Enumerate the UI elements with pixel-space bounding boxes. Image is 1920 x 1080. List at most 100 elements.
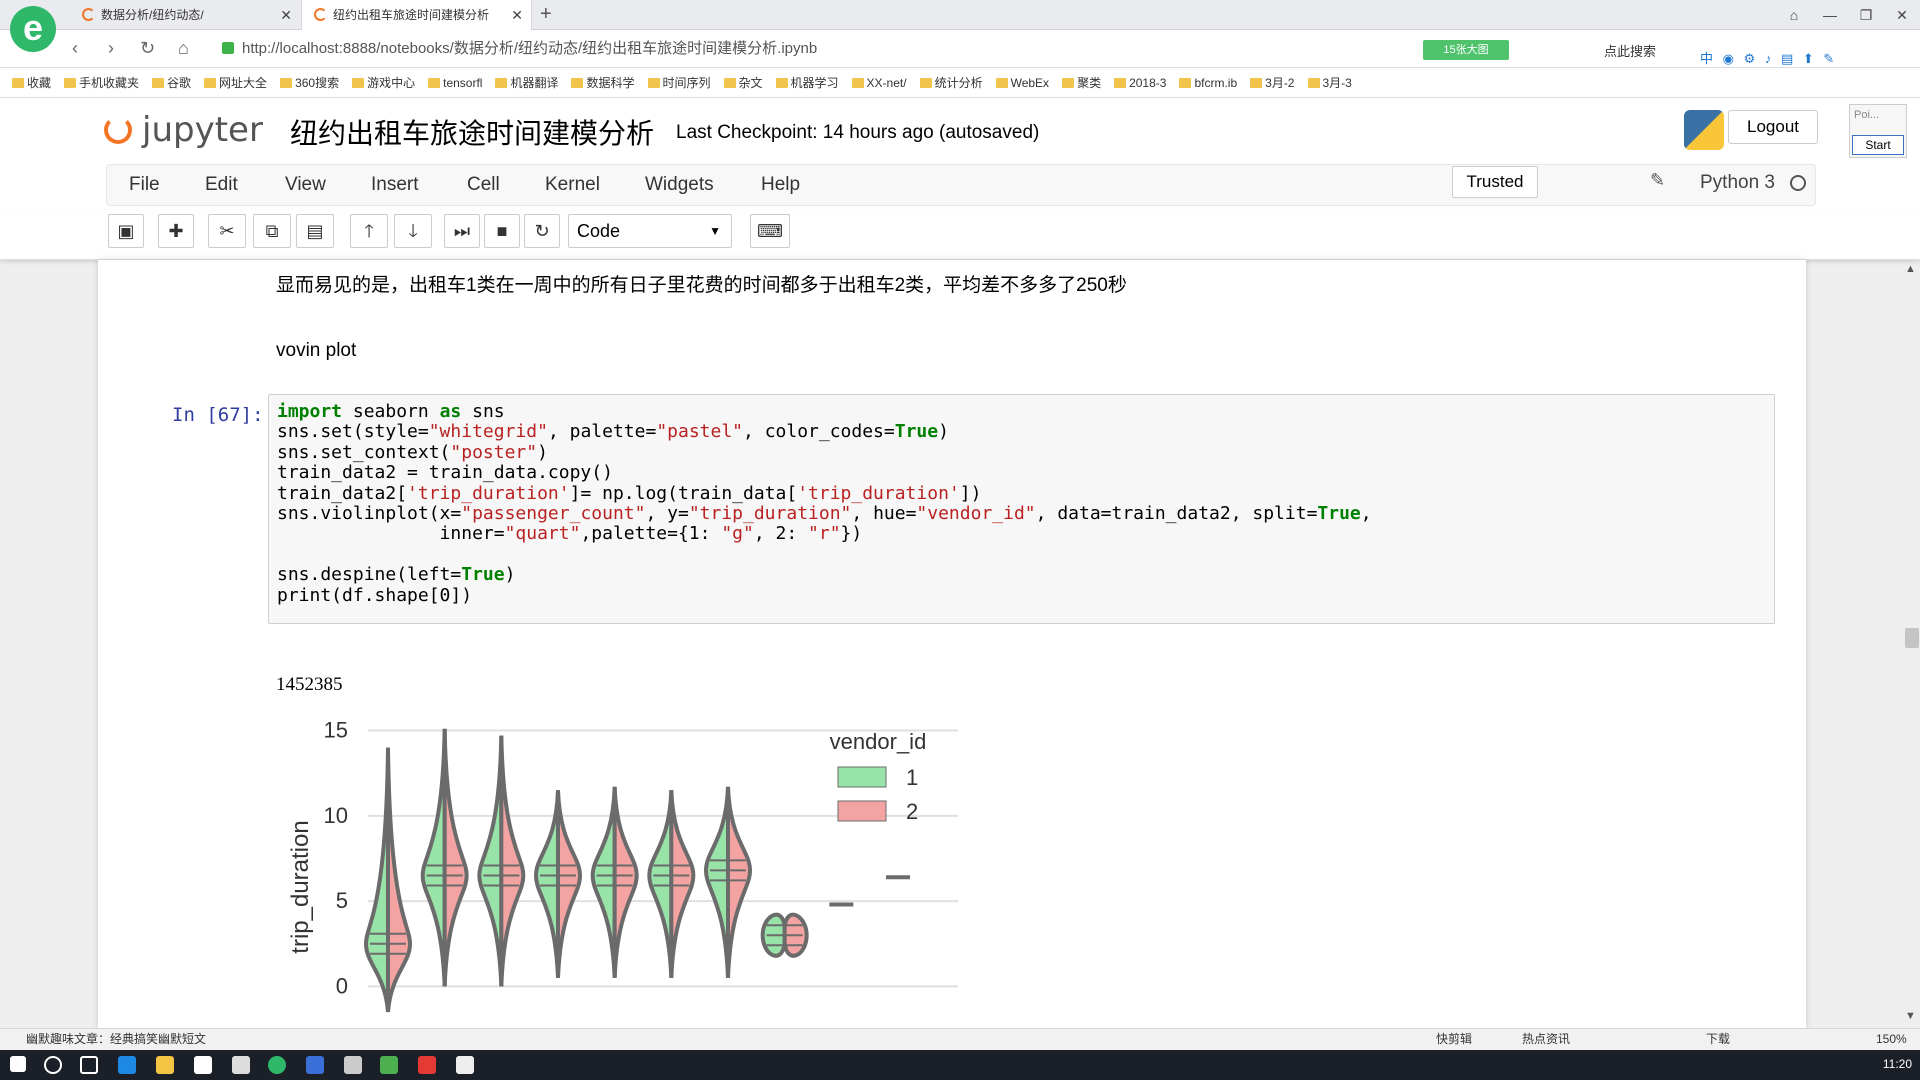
image-count-badge[interactable]: 15张大图 — [1423, 40, 1509, 60]
menu-widgets[interactable]: Widgets — [645, 165, 714, 205]
notebook-toolbar: ▣ ✚ ✂ ⧉ ▤ 🡑 🡓 ⏭ ■ ↻ Code ▼ ⌨ — [0, 210, 1920, 260]
task-view-icon[interactable] — [80, 1056, 98, 1074]
menu-file[interactable]: File — [129, 165, 160, 205]
bookmark-item[interactable]: 机器翻译 — [495, 74, 558, 91]
status-news-link[interactable]: 幽默趣味文章：经典搞笑幽默短文 — [26, 1029, 206, 1050]
status-clip[interactable]: 快剪辑 — [1436, 1029, 1472, 1050]
app-icon[interactable] — [418, 1056, 436, 1074]
bookmark-item[interactable]: 数据科学 — [571, 74, 635, 91]
status-download[interactable]: 下载 — [1706, 1029, 1730, 1050]
search-label[interactable]: 点此搜索 — [1604, 41, 1656, 60]
close-icon[interactable]: ✕ — [280, 0, 292, 30]
browser-tab[interactable]: 数据分析/纽约动态/ ✕ — [70, 0, 300, 30]
start-button[interactable]: Start — [1852, 135, 1904, 155]
logout-button[interactable]: Logout — [1728, 110, 1818, 144]
browser-logo-icon[interactable]: e — [10, 6, 56, 52]
app-icon[interactable] — [456, 1056, 474, 1074]
close-window-icon[interactable]: ✕ — [1884, 7, 1920, 24]
bookmark-item[interactable]: 杂文 — [723, 74, 763, 91]
menu-cell[interactable]: Cell — [467, 165, 500, 205]
status-news[interactable]: 热点资讯 — [1522, 1029, 1570, 1050]
bookmark-item[interactable]: 网址大全 — [204, 74, 267, 91]
move-down-icon[interactable]: 🡓 — [394, 214, 432, 248]
keyboard-icon[interactable]: ⌨ — [750, 214, 790, 248]
bookmark-item[interactable]: 3月-3 — [1307, 74, 1352, 91]
bookmark-item[interactable]: 游戏中心 — [352, 74, 415, 91]
refresh-icon[interactable]: ↻ — [140, 38, 155, 59]
bookmark-item[interactable]: tensorfl — [428, 76, 482, 90]
browser-task-icon[interactable] — [268, 1056, 286, 1074]
menu-edit[interactable]: Edit — [205, 165, 238, 205]
bookmark-item[interactable]: 时间序列 — [647, 74, 711, 91]
search-icon[interactable] — [44, 1056, 62, 1074]
stop-icon[interactable]: ■ — [484, 214, 520, 248]
bookmark-item[interactable]: bfcrm.ib — [1179, 76, 1237, 90]
move-up-icon[interactable]: 🡑 — [350, 214, 388, 248]
jupyter-logo[interactable]: jupyter — [104, 110, 263, 150]
menu-help[interactable]: Help — [761, 165, 800, 205]
kernel-name[interactable]: Python 3 — [1700, 172, 1775, 194]
jupyter-ring-icon — [104, 116, 132, 144]
menu-insert[interactable]: Insert — [371, 165, 419, 205]
forward-icon[interactable]: › — [108, 38, 114, 59]
bookmark-item[interactable]: 谷歌 — [152, 74, 191, 91]
code-cell[interactable]: import seaborn as sns sns.set(style="whit… — [268, 394, 1775, 624]
jupyter-favicon-icon — [314, 8, 327, 21]
folder-icon — [571, 78, 584, 88]
bookmark-item[interactable]: 3月-2 — [1250, 74, 1295, 91]
save-icon[interactable]: ▣ — [108, 214, 144, 248]
bookmark-item[interactable]: 2018-3 — [1114, 76, 1166, 90]
bookmark-item[interactable]: 手机收藏夹 — [64, 74, 139, 91]
cell-type-select[interactable]: Code ▼ — [568, 214, 732, 248]
legend-swatch — [837, 766, 887, 788]
status-zoom[interactable]: 150% — [1876, 1029, 1907, 1050]
bookmark-item[interactable]: WebEx — [995, 76, 1049, 90]
mail-icon[interactable] — [232, 1056, 250, 1074]
back-icon[interactable]: ‹ — [72, 38, 78, 59]
new-tab-icon[interactable]: + — [540, 3, 552, 26]
bookmark-item[interactable]: 360搜索 — [280, 74, 339, 91]
bookmark-item[interactable]: 收藏 — [12, 74, 51, 91]
restart-icon[interactable]: ↻ — [524, 214, 560, 248]
windows-start-icon[interactable] — [10, 1056, 26, 1072]
paste-icon[interactable]: ▤ — [296, 214, 334, 248]
scrollbar-thumb[interactable] — [1905, 628, 1919, 648]
edit-pencil-icon[interactable]: ✎ — [1650, 170, 1665, 191]
url-field[interactable]: http://localhost:8888/notebooks/数据分析/纽约动… — [222, 36, 1432, 62]
scroll-up-icon[interactable]: ▲ — [1905, 263, 1916, 275]
bookmark-item[interactable]: 聚类 — [1062, 74, 1101, 91]
minimize-icon[interactable]: — — [1812, 7, 1848, 23]
cut-icon[interactable]: ✂ — [208, 214, 246, 248]
extension-icons[interactable]: 中 ◉ ⚙ ♪ ▤ ⬆ ✎ — [1700, 48, 1837, 67]
menu-view[interactable]: View — [285, 165, 326, 205]
bookmark-label: 机器学习 — [790, 76, 839, 90]
store-icon[interactable] — [194, 1056, 212, 1074]
bookmark-item[interactable]: 统计分析 — [919, 74, 983, 91]
home-icon[interactable]: ⌂ — [178, 38, 189, 59]
edge-icon[interactable] — [118, 1056, 136, 1074]
markdown-cell-text[interactable]: 显而易见的是，出租车1类在一周中的所有日子里花费的时间都多于出租车2类，平均差不… — [276, 270, 1127, 297]
app-icon[interactable] — [380, 1056, 398, 1074]
run-icon[interactable]: ⏭ — [444, 214, 480, 248]
app-icon[interactable] — [306, 1056, 324, 1074]
scroll-down-icon[interactable]: ▼ — [1905, 1010, 1916, 1022]
folder-icon[interactable] — [156, 1056, 174, 1074]
restore-icon[interactable]: ❐ — [1848, 7, 1884, 24]
taskbar-clock[interactable]: 11:20 — [1883, 1057, 1912, 1071]
folder-icon — [775, 78, 788, 88]
markdown-cell-heading[interactable]: vovin plot — [276, 340, 356, 362]
jupyter-favicon-icon — [82, 8, 95, 21]
app-icon[interactable] — [344, 1056, 362, 1074]
menu-kernel[interactable]: Kernel — [545, 165, 600, 205]
folder-icon — [1114, 77, 1127, 88]
bookmark-item[interactable]: XX-net/ — [851, 76, 907, 90]
browser-tab-active[interactable]: 纽约出租车旅途时间建模分析 ✕ — [301, 0, 532, 30]
close-icon[interactable]: ✕ — [511, 0, 523, 30]
trusted-indicator[interactable]: Trusted — [1452, 166, 1538, 198]
copy-icon[interactable]: ⧉ — [253, 214, 291, 248]
y-tick-label: 5 — [336, 888, 348, 913]
notebook-title[interactable]: 纽约出租车旅途时间建模分析 — [290, 112, 654, 152]
bookmark-item[interactable]: 机器学习 — [775, 74, 839, 91]
shirt-icon[interactable]: ⌂ — [1776, 7, 1812, 23]
add-cell-icon[interactable]: ✚ — [158, 214, 194, 248]
